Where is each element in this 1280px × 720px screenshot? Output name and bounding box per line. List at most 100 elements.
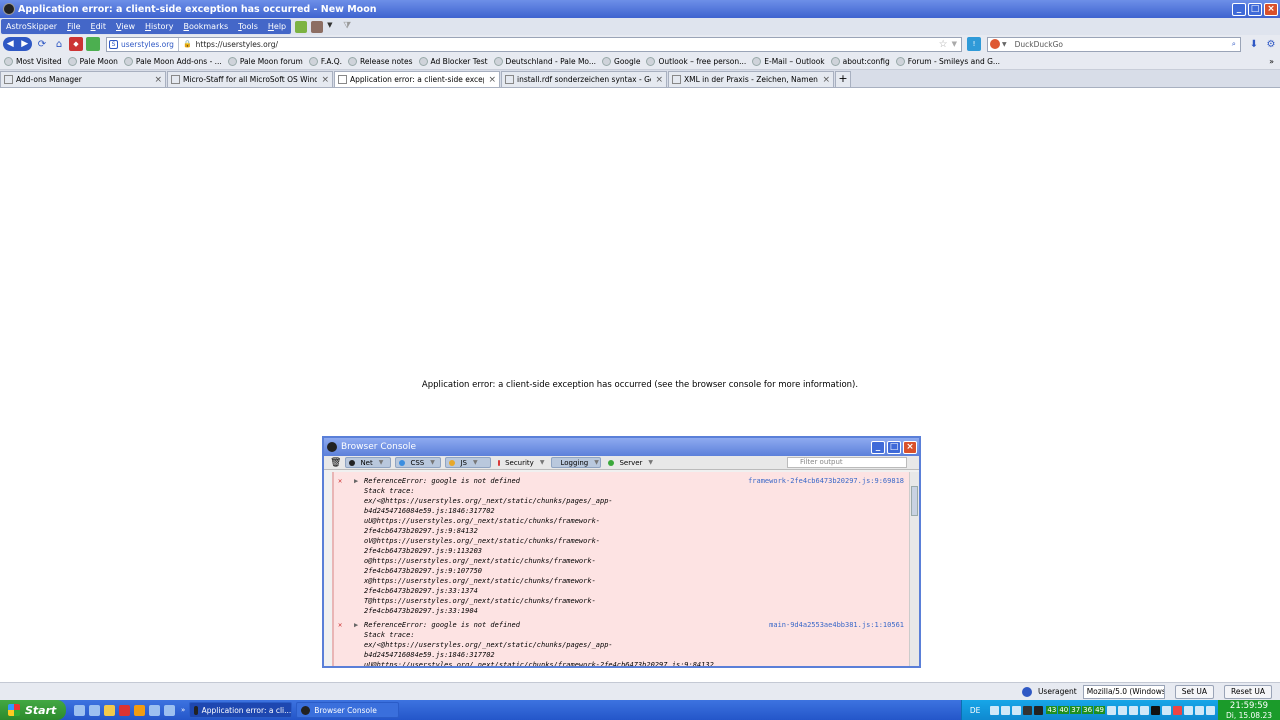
taskbar-task[interactable]: Application error: a cli...: [189, 702, 293, 718]
tab[interactable]: Application error: a client-side excepti…: [334, 71, 500, 87]
menu-brand[interactable]: AstroSkipper: [1, 22, 62, 31]
scrollbar-thumb[interactable]: [911, 486, 918, 516]
notification-icon[interactable]: !: [967, 37, 981, 51]
tray-temperature[interactable]: 36: [1082, 706, 1094, 714]
console-filter-button[interactable]: Logging ▼: [551, 457, 602, 468]
filter-icon[interactable]: ⧩: [343, 21, 355, 33]
quicklaunch-icon[interactable]: [149, 704, 160, 716]
tab[interactable]: Micro-Staff for all MicroSoft OS Windows…: [167, 71, 333, 87]
extension-icon[interactable]: [311, 20, 324, 33]
tab-close-icon[interactable]: ×: [822, 75, 830, 85]
quicklaunch-icon[interactable]: [164, 704, 175, 716]
search-icon[interactable]: ⌕: [1232, 39, 1236, 49]
quicklaunch-icon[interactable]: [119, 704, 130, 716]
maximize-button[interactable]: □: [1248, 2, 1262, 16]
tray-icon[interactable]: [1012, 705, 1022, 715]
search-bar[interactable]: ▼ DuckDuckGo ⌕: [987, 36, 1241, 52]
url-bar[interactable]: Suserstyles.org 🔒 https://userstyles.org…: [106, 36, 962, 52]
bookmarks-overflow-icon[interactable]: »: [1269, 57, 1274, 66]
menu-item[interactable]: History: [140, 22, 178, 31]
menu-item[interactable]: Tools: [233, 22, 263, 31]
close-button[interactable]: ×: [1264, 2, 1278, 16]
menu-item[interactable]: Edit: [86, 22, 112, 31]
bookmark-item[interactable]: Release notes: [348, 56, 413, 66]
bookmark-item[interactable]: Most Visited: [4, 56, 62, 66]
tray-icon[interactable]: [1001, 705, 1011, 715]
console-close-button[interactable]: ×: [903, 440, 917, 454]
bookmark-item[interactable]: about:config: [830, 56, 890, 66]
tray-icon[interactable]: [1173, 705, 1182, 715]
tab[interactable]: Add-ons Manager ×: [0, 71, 166, 87]
addon-icon[interactable]: ◆: [69, 37, 83, 51]
bookmark-item[interactable]: Pale Moon Add-ons - ...: [123, 56, 222, 66]
menu-item[interactable]: File: [62, 22, 85, 31]
dropdown-arrow-icon[interactable]: ▼: [327, 21, 339, 33]
console-filter-button[interactable]: Net ▼: [345, 457, 392, 468]
quicklaunch-icon[interactable]: [134, 704, 145, 716]
download-icon[interactable]: ⬇: [1247, 37, 1261, 51]
quicklaunch-icon[interactable]: [104, 704, 115, 716]
console-filter-button[interactable]: Security ▼: [495, 457, 547, 468]
dropdown-arrow-icon[interactable]: ▼: [379, 459, 384, 466]
tray-icon[interactable]: [1206, 705, 1215, 715]
menu-item[interactable]: Bookmarks: [178, 22, 233, 31]
console-filter-button[interactable]: Server ▼: [605, 457, 657, 468]
console-message[interactable]: ✕ ▶ ReferenceError: google is not defined m…: [334, 620, 912, 666]
tray-icon[interactable]: [1107, 705, 1116, 715]
tray-icon[interactable]: [990, 705, 1000, 715]
bookmark-item[interactable]: Google: [602, 56, 640, 66]
forward-icon[interactable]: ▶: [21, 39, 28, 49]
extension-icon[interactable]: [295, 20, 308, 33]
tray-temperature[interactable]: 37: [1070, 706, 1082, 714]
reload-icon[interactable]: ⟳: [35, 37, 49, 51]
filter-output-input[interactable]: Filter output: [787, 457, 907, 468]
console-message-source[interactable]: main-9d4a2553ae4bb381.js:1:10561: [769, 620, 904, 630]
site-identity[interactable]: Suserstyles.org: [107, 37, 179, 51]
dropdown-arrow-icon[interactable]: ▼: [473, 459, 478, 466]
bookmark-item[interactable]: Deutschland - Pale Mo...: [493, 56, 596, 66]
dropdown-arrow-icon[interactable]: ▼: [540, 459, 545, 466]
quicklaunch-icon[interactable]: [74, 704, 85, 716]
bookmark-item[interactable]: Outlook – free person...: [646, 56, 746, 66]
menu-item[interactable]: Help: [263, 22, 291, 31]
menu-icon[interactable]: ⚙: [1264, 37, 1278, 51]
home-icon[interactable]: ⌂: [52, 37, 66, 51]
clock[interactable]: 21:59:59 Di, 15.08.23: [1218, 700, 1280, 720]
language-indicator[interactable]: DE: [970, 706, 981, 715]
tray-icon[interactable]: [1118, 705, 1127, 715]
duckduckgo-icon[interactable]: [990, 39, 1000, 49]
set-ua-button[interactable]: Set UA: [1174, 684, 1215, 699]
console-filter-button[interactable]: JS ▼: [445, 457, 492, 468]
tray-icon[interactable]: [1151, 705, 1160, 715]
tray-icon[interactable]: [1195, 705, 1204, 715]
green-addon-icon[interactable]: [86, 37, 100, 51]
expand-triangle-icon[interactable]: ▶: [354, 620, 358, 630]
tab-close-icon[interactable]: ×: [488, 75, 496, 85]
back-icon[interactable]: ◀: [7, 39, 14, 49]
useragent-icon[interactable]: [1021, 686, 1032, 697]
tray-temperature[interactable]: 43: [1046, 706, 1058, 714]
search-engine-dropdown-icon[interactable]: ▼: [1002, 41, 1007, 48]
dropdown-arrow-icon[interactable]: ▼: [594, 459, 599, 466]
dropdown-arrow-icon[interactable]: ▼: [430, 459, 435, 466]
tray-temperature[interactable]: 40: [1058, 706, 1070, 714]
tab-close-icon[interactable]: ×: [154, 75, 162, 85]
minimize-button[interactable]: _: [1232, 2, 1246, 16]
bookmark-item[interactable]: Pale Moon: [67, 56, 118, 66]
tab[interactable]: install.rdf sonderzeichen syntax - Googl…: [501, 71, 667, 87]
useragent-input[interactable]: Mozilla/5.0 (Windows NT: [1082, 684, 1165, 699]
new-tab-button[interactable]: +: [835, 71, 851, 87]
start-button[interactable]: Start: [0, 700, 66, 720]
console-message-source[interactable]: framework-2fe4cb6473b20297.js:9:69818: [748, 476, 904, 486]
search-input[interactable]: DuckDuckGo: [1015, 40, 1232, 49]
tray-temperature[interactable]: 49: [1094, 706, 1105, 714]
dropdown-arrow-icon[interactable]: ▼: [648, 459, 653, 466]
url-dropdown-icon[interactable]: ▼: [952, 40, 957, 48]
console-minimize-button[interactable]: _: [871, 440, 885, 454]
tray-icon[interactable]: [1129, 705, 1138, 715]
tray-icon[interactable]: [1184, 705, 1193, 715]
quicklaunch-icon[interactable]: [89, 704, 100, 716]
tray-icon[interactable]: [1140, 705, 1149, 715]
taskbar-task[interactable]: Browser Console: [296, 702, 400, 718]
bookmark-item[interactable]: E-Mail – Outlook: [752, 56, 825, 66]
